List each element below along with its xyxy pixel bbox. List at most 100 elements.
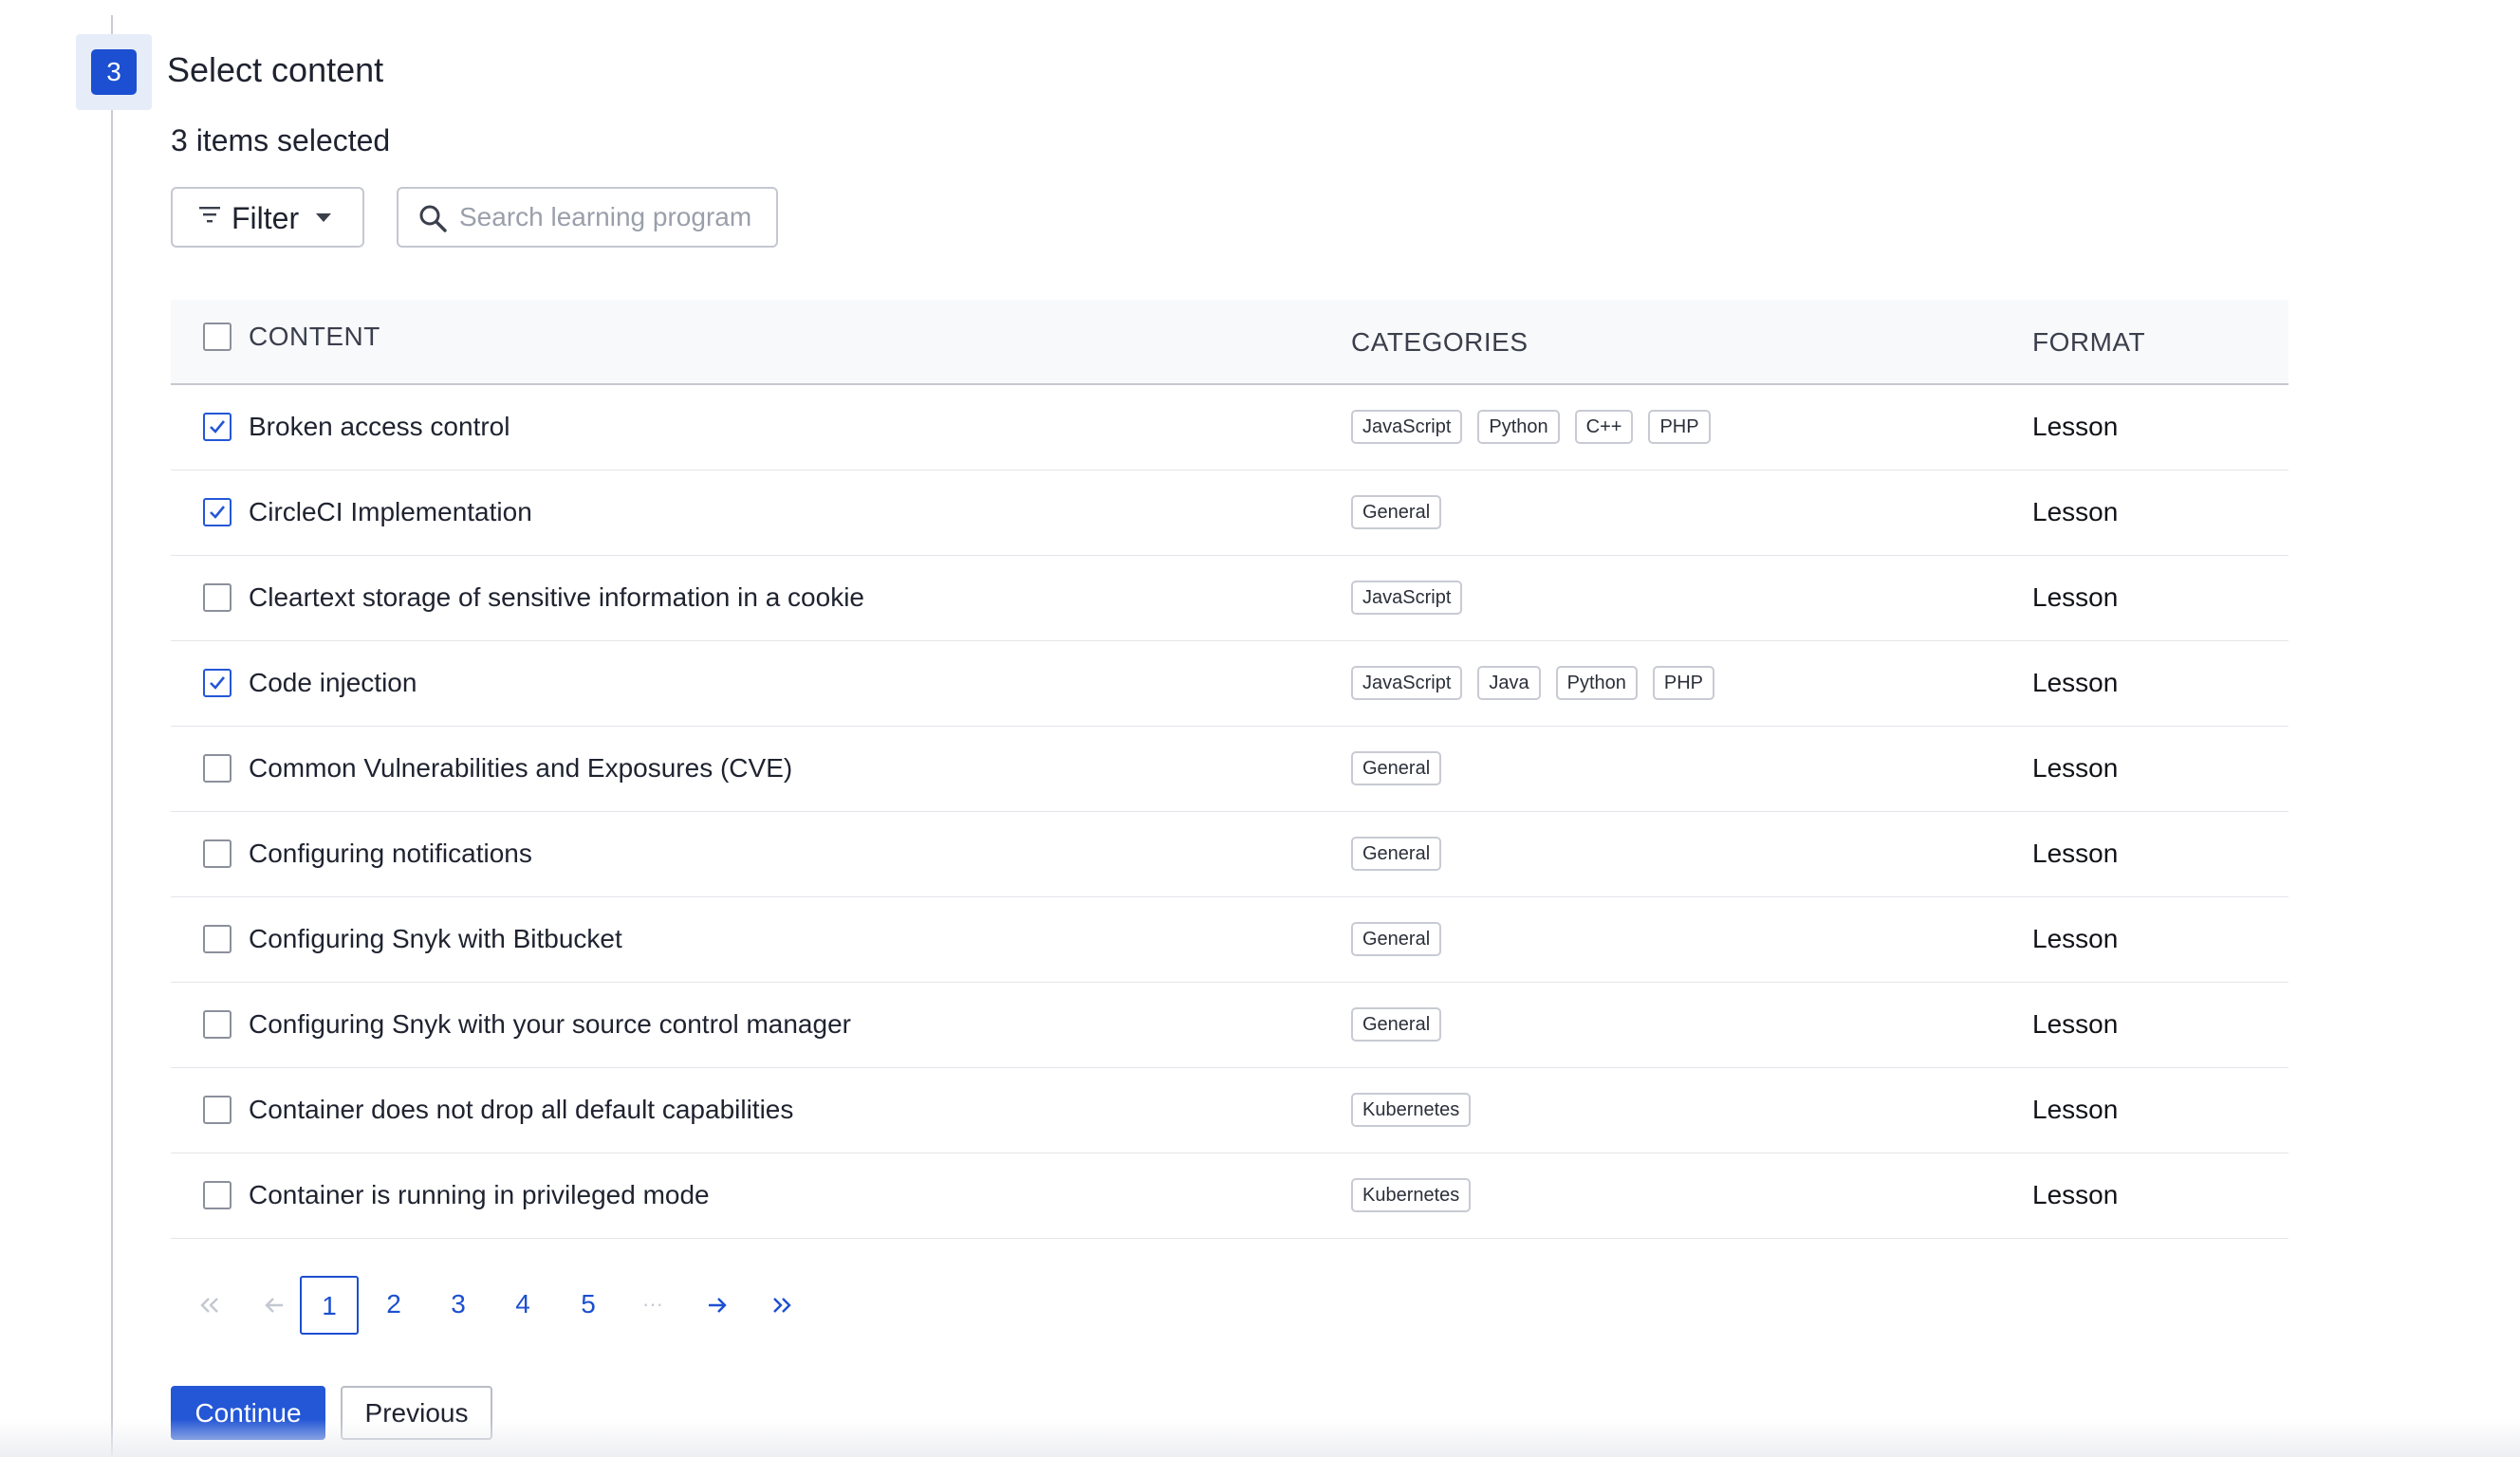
row-categories: General bbox=[1351, 922, 1442, 956]
row-checkbox[interactable] bbox=[203, 583, 232, 612]
double-chevron-right-icon bbox=[773, 1298, 791, 1313]
step-title: Select content bbox=[167, 50, 384, 89]
row-categories: JavaScript bbox=[1351, 581, 1463, 615]
category-tag: C++ bbox=[1574, 410, 1634, 444]
row-format: Lesson bbox=[2032, 1180, 2119, 1209]
category-tag: General bbox=[1351, 1007, 1442, 1042]
category-tag: JavaScript bbox=[1351, 581, 1463, 615]
table-row[interactable]: CircleCI Implementation General Lesson bbox=[171, 470, 2288, 556]
page: 3 Select content 3 items selected Filter… bbox=[0, 0, 2520, 1457]
check-icon bbox=[210, 506, 226, 519]
step-badge-container: 3 bbox=[76, 34, 152, 110]
category-tag: PHP bbox=[1648, 410, 1711, 444]
caret-down-icon bbox=[316, 213, 331, 222]
row-categories: General bbox=[1351, 495, 1442, 529]
category-tag: JavaScript bbox=[1351, 666, 1463, 700]
row-checkbox[interactable] bbox=[203, 925, 232, 953]
table-row[interactable]: Configuring Snyk with Bitbucket General Le… bbox=[171, 897, 2288, 983]
row-format: Lesson bbox=[2032, 1009, 2119, 1039]
row-format: Lesson bbox=[2032, 924, 2119, 953]
row-categories: JavaScript Java Python PHP bbox=[1351, 666, 1715, 700]
category-tag: Kubernetes bbox=[1351, 1093, 1472, 1127]
first-page-button[interactable] bbox=[180, 1276, 239, 1335]
page-button-2[interactable]: 2 bbox=[364, 1276, 423, 1335]
row-title: Broken access control bbox=[249, 412, 510, 441]
check-icon bbox=[210, 420, 226, 433]
row-title: Configuring Snyk with Bitbucket bbox=[249, 924, 622, 953]
category-tag: Kubernetes bbox=[1351, 1178, 1472, 1212]
row-checkbox[interactable] bbox=[203, 1181, 232, 1209]
table-row[interactable]: Cleartext storage of sensitive informati… bbox=[171, 556, 2288, 641]
row-title: Code injection bbox=[249, 668, 417, 697]
row-categories: Kubernetes bbox=[1351, 1093, 1472, 1127]
content-table: CONTENT CATEGORIES FORMAT Broken access … bbox=[171, 300, 2288, 1239]
column-header-categories: CATEGORIES bbox=[1351, 327, 1529, 357]
category-tag: PHP bbox=[1652, 666, 1715, 700]
category-tag: General bbox=[1351, 751, 1442, 785]
row-categories: General bbox=[1351, 837, 1442, 871]
row-title: Configuring Snyk with your source contro… bbox=[249, 1009, 851, 1039]
table-header: CONTENT CATEGORIES FORMAT bbox=[171, 300, 2288, 385]
category-tag: Python bbox=[1477, 410, 1560, 444]
row-checkbox[interactable] bbox=[203, 498, 232, 526]
row-checkbox[interactable] bbox=[203, 413, 232, 441]
page-button-1[interactable]: 1 bbox=[300, 1276, 359, 1335]
category-tag: General bbox=[1351, 922, 1442, 956]
step-rail bbox=[111, 15, 113, 1457]
row-format: Lesson bbox=[2032, 412, 2119, 441]
select-all-checkbox[interactable] bbox=[203, 323, 232, 351]
table-row[interactable]: Configuring Snyk with your source contro… bbox=[171, 983, 2288, 1068]
table-row[interactable]: Configuring notifications General Lesson bbox=[171, 812, 2288, 897]
row-categories: JavaScript Python C++ PHP bbox=[1351, 410, 1711, 444]
table-row[interactable]: Broken access control JavaScript Python C++… bbox=[171, 385, 2288, 470]
next-page-button[interactable] bbox=[688, 1276, 747, 1335]
double-chevron-left-icon bbox=[200, 1298, 218, 1313]
row-checkbox[interactable] bbox=[203, 754, 232, 783]
arrow-left-icon bbox=[265, 1298, 283, 1313]
column-header-content: CONTENT bbox=[249, 322, 380, 351]
category-tag: General bbox=[1351, 837, 1442, 871]
row-title: Common Vulnerabilities and Exposures (CV… bbox=[249, 753, 793, 783]
category-tag: General bbox=[1351, 495, 1442, 529]
filter-button[interactable]: Filter bbox=[171, 187, 364, 248]
row-checkbox[interactable] bbox=[203, 1010, 232, 1039]
column-header-format: FORMAT bbox=[2032, 327, 2146, 357]
category-tag: JavaScript bbox=[1351, 410, 1463, 444]
table-body: Broken access control JavaScript Python C++… bbox=[171, 385, 2288, 1239]
arrow-right-icon bbox=[709, 1298, 727, 1313]
page-button-4[interactable]: 4 bbox=[493, 1276, 552, 1335]
row-format: Lesson bbox=[2032, 1095, 2119, 1124]
filter-icon bbox=[199, 207, 220, 223]
table-row[interactable]: Container is running in privileged mode K… bbox=[171, 1153, 2288, 1239]
row-title: Container is running in privileged mode bbox=[249, 1180, 710, 1209]
row-format: Lesson bbox=[2032, 668, 2119, 697]
row-title: Configuring notifications bbox=[249, 839, 532, 868]
row-title: CircleCI Implementation bbox=[249, 497, 532, 526]
row-format: Lesson bbox=[2032, 582, 2119, 612]
row-checkbox[interactable] bbox=[203, 839, 232, 868]
page-button-3[interactable]: 3 bbox=[429, 1276, 488, 1335]
previous-page-button[interactable] bbox=[245, 1276, 304, 1335]
step-number-badge: 3 bbox=[91, 49, 137, 95]
row-title: Cleartext storage of sensitive informati… bbox=[249, 582, 864, 612]
row-checkbox[interactable] bbox=[203, 669, 232, 697]
last-page-button[interactable] bbox=[752, 1276, 811, 1335]
table-row[interactable]: Code injection JavaScript Java Python PHP Les… bbox=[171, 641, 2288, 727]
row-categories: General bbox=[1351, 1007, 1442, 1042]
previous-button[interactable]: Previous bbox=[341, 1386, 492, 1440]
row-format: Lesson bbox=[2032, 753, 2119, 783]
search-icon bbox=[419, 205, 447, 232]
row-format: Lesson bbox=[2032, 839, 2119, 868]
continue-button[interactable]: Continue bbox=[171, 1386, 325, 1440]
check-icon bbox=[210, 676, 226, 690]
search-box[interactable] bbox=[397, 187, 778, 248]
table-row[interactable]: Common Vulnerabilities and Exposures (CV… bbox=[171, 727, 2288, 812]
row-checkbox[interactable] bbox=[203, 1096, 232, 1124]
page-button-5[interactable]: 5 bbox=[559, 1276, 618, 1335]
row-categories: General bbox=[1351, 751, 1442, 785]
category-tag: Java bbox=[1477, 666, 1541, 700]
selected-count: 3 items selected bbox=[171, 123, 391, 157]
row-format: Lesson bbox=[2032, 497, 2119, 526]
table-row[interactable]: Container does not drop all default capa… bbox=[171, 1068, 2288, 1153]
search-input[interactable] bbox=[459, 196, 763, 238]
